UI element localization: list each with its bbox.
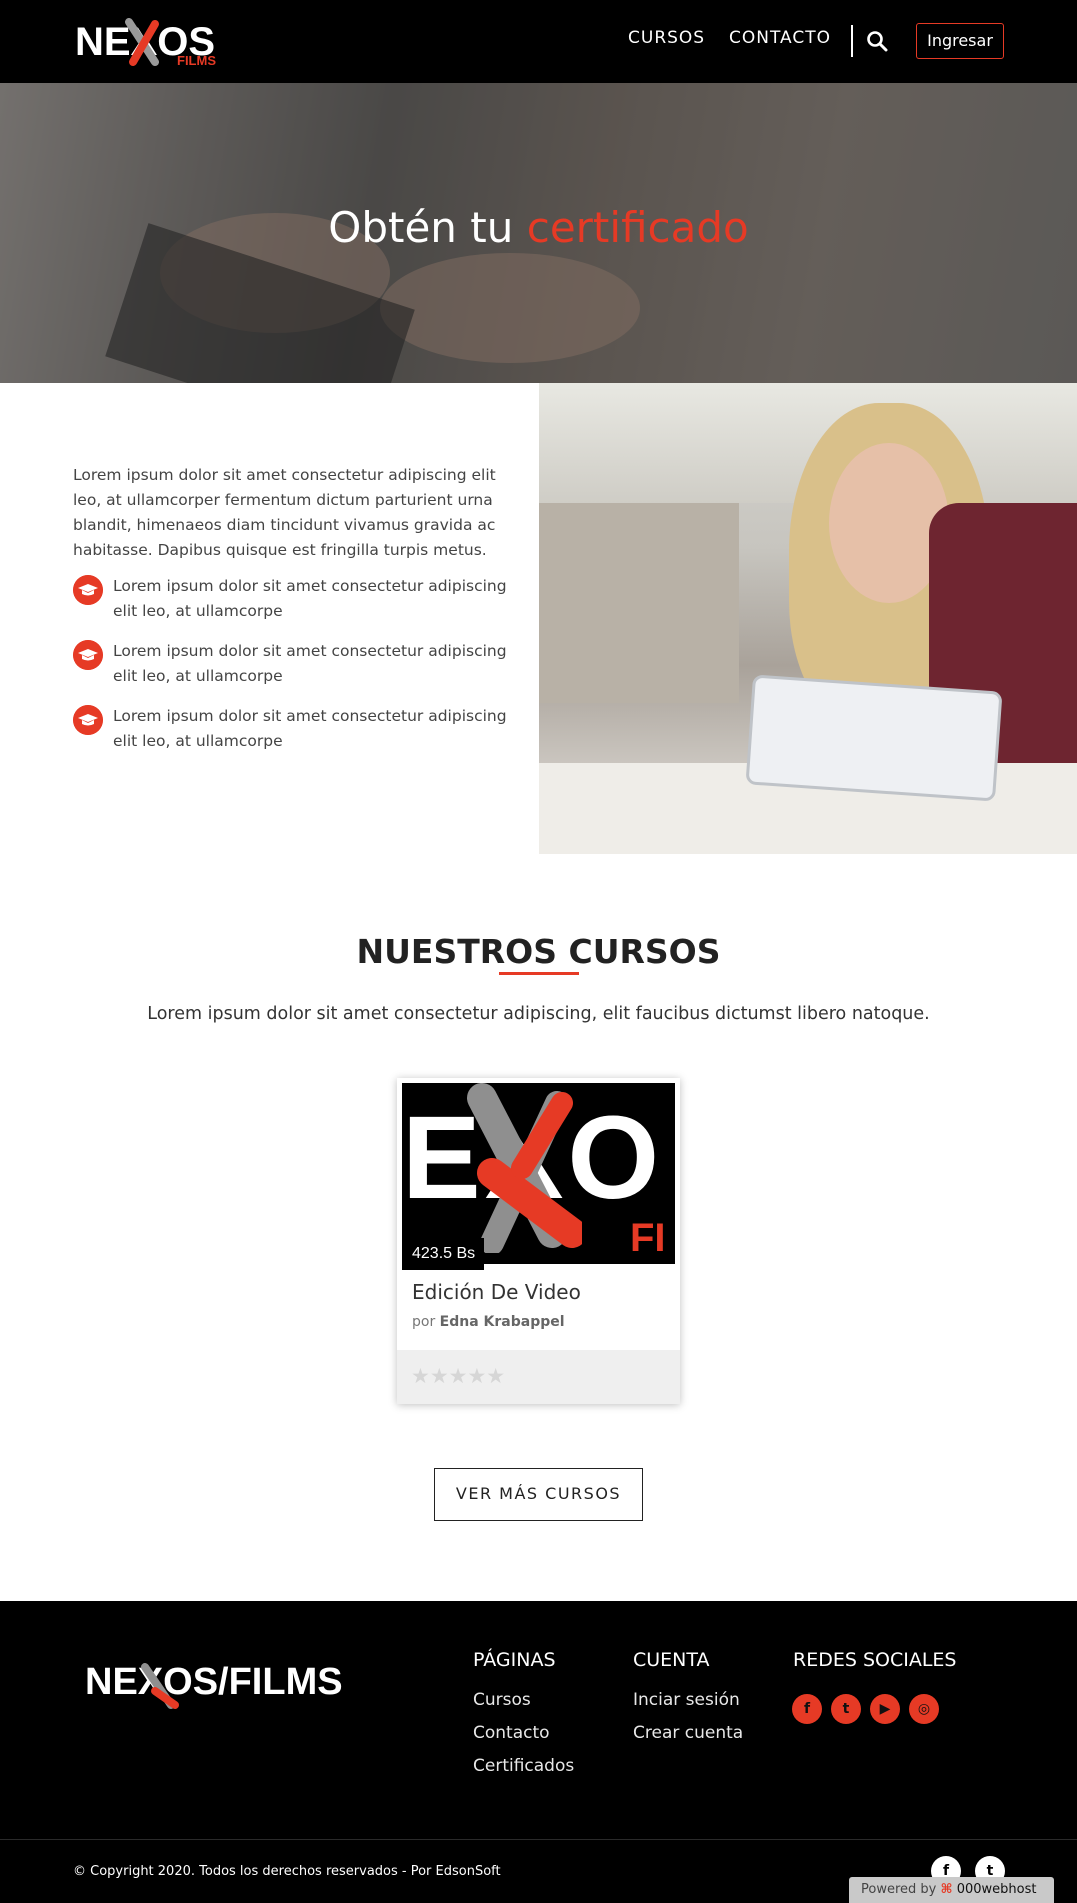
footer-link-login[interactable]: Inciar sesión xyxy=(633,1690,743,1711)
course-author-name: Edna Krabappel xyxy=(439,1314,565,1330)
course-image[interactable]: EXO FI xyxy=(402,1083,675,1264)
hero-title-plain: Obtén tu xyxy=(328,203,514,252)
search-icon[interactable] xyxy=(866,30,888,52)
footer-col-paginas: PÁGINAS Cursos Contacto Certificados xyxy=(473,1649,574,1789)
list-item: Lorem ipsum dolor sit amet consectetur a… xyxy=(73,639,523,704)
powered-brand: 000webhost xyxy=(956,1882,1037,1897)
footer-link-register[interactable]: Crear cuenta xyxy=(633,1723,743,1744)
list-item-text: Lorem ipsum dolor sit amet consectetur a… xyxy=(113,707,507,750)
list-item-text: Lorem ipsum dolor sit amet consectetur a… xyxy=(113,642,507,685)
footer-heading: PÁGINAS xyxy=(473,1649,556,1671)
nav-cursos[interactable]: CURSOS xyxy=(628,28,705,48)
site-header: NEXOS FILMS CURSOS CONTACTO Ingresar xyxy=(0,0,1077,83)
about-paragraph: Lorem ipsum dolor sit amet consectetur a… xyxy=(73,466,496,559)
rating-stars: ★★★★★ xyxy=(411,1364,506,1388)
course-title[interactable]: Edición De Video xyxy=(412,1280,581,1304)
footer-logo-text: NEXOS/FILMS xyxy=(85,1661,343,1703)
social-links: f t ▶ ◎ xyxy=(792,1694,948,1724)
course-author: por Edna Krabappel xyxy=(412,1314,565,1330)
more-courses-button[interactable]: VER MÁS CURSOS xyxy=(434,1468,643,1521)
course-author-prefix: por xyxy=(412,1314,436,1330)
graduation-cap-icon xyxy=(73,705,103,735)
logo-subtitle: FILMS xyxy=(177,53,216,68)
hero-title-accent: certificado xyxy=(526,203,749,252)
title-underline xyxy=(499,972,579,975)
footer-heading: CUENTA xyxy=(633,1649,710,1671)
instagram-icon[interactable]: ◎ xyxy=(909,1694,939,1724)
footer-logo-x-mark-icon xyxy=(141,1663,179,1709)
photo-shelf-shape xyxy=(539,503,739,703)
graduation-cap-icon xyxy=(73,575,103,605)
nav-divider xyxy=(851,25,853,57)
footer-link-cursos[interactable]: Cursos xyxy=(473,1690,574,1711)
login-button[interactable]: Ingresar xyxy=(916,23,1004,59)
powered-by-badge[interactable]: Powered by ⌘ 000webhost xyxy=(849,1877,1054,1903)
nav-contacto[interactable]: CONTACTO xyxy=(729,28,831,48)
graduation-cap-icon xyxy=(73,640,103,670)
host-logo-icon: ⌘ xyxy=(940,1882,953,1897)
copyright-text: © Copyright 2020. Todos los derechos res… xyxy=(73,1864,501,1879)
site-logo[interactable]: NEXOS FILMS xyxy=(75,18,225,68)
list-item-text: Lorem ipsum dolor sit amet consectetur a… xyxy=(113,577,507,620)
youtube-icon[interactable]: ▶ xyxy=(870,1694,900,1724)
list-item: Lorem ipsum dolor sit amet consectetur a… xyxy=(73,574,523,639)
twitter-icon[interactable]: t xyxy=(831,1694,861,1724)
footer-logo[interactable]: NEXOS/FILMS xyxy=(85,1661,343,1704)
logo-x-mark-icon xyxy=(125,18,159,66)
photo-tablet-shape xyxy=(745,674,1003,802)
course-card-footer: ★★★★★ xyxy=(397,1350,680,1404)
footer-divider xyxy=(0,1839,1077,1840)
list-item: Lorem ipsum dolor sit amet consectetur a… xyxy=(73,704,523,769)
facebook-icon[interactable]: f xyxy=(792,1694,822,1724)
footer-col-social: REDES SOCIALES xyxy=(793,1649,956,1690)
student-photo xyxy=(539,383,1077,854)
hero-title: Obtén tu certificado xyxy=(0,203,1077,252)
site-footer: NEXOS/FILMS PÁGINAS Cursos Contacto Cert… xyxy=(0,1601,1077,1903)
footer-col-cuenta: CUENTA Inciar sesión Crear cuenta xyxy=(633,1649,743,1756)
hero-banner: Obtén tu certificado xyxy=(0,83,1077,383)
courses-title: NUESTROS CURSOS xyxy=(356,932,721,971)
price-badge: 423.5 Bs xyxy=(402,1238,484,1270)
footer-link-contacto[interactable]: Contacto xyxy=(473,1723,574,1744)
about-list: Lorem ipsum dolor sit amet consectetur a… xyxy=(73,574,523,769)
courses-subtitle: Lorem ipsum dolor sit amet consectetur a… xyxy=(147,1004,930,1024)
powered-prefix: Powered by xyxy=(861,1882,937,1897)
footer-heading: REDES SOCIALES xyxy=(793,1649,957,1671)
footer-link-certificados[interactable]: Certificados xyxy=(473,1756,574,1777)
course-image-x-mark xyxy=(467,1083,582,1253)
course-image-sub: FI xyxy=(630,1216,666,1260)
